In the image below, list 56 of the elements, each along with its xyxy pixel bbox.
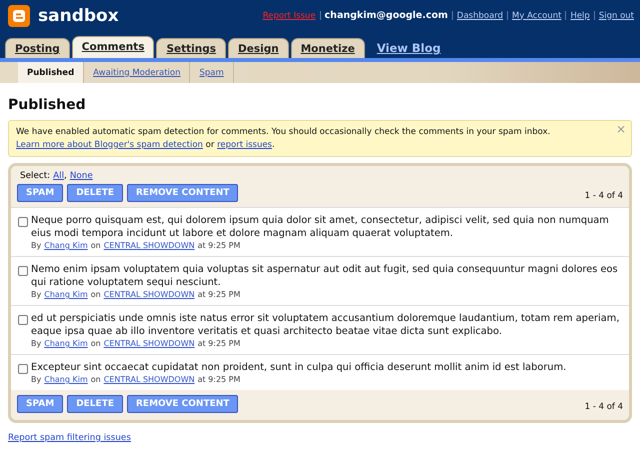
blog-title[interactable]: sandbox bbox=[38, 6, 119, 26]
author-link[interactable]: Chang Kim bbox=[44, 241, 88, 250]
comment-time: at 9:25 PM bbox=[198, 375, 240, 384]
comment-text: Nemo enim ipsam voluptatem quia voluptas sit aspernatur aut odit aut fugit, sed quia consequuntur magni dolores eos qui ratione voluptatem sequi nesciunt. bbox=[31, 263, 619, 289]
post-link[interactable]: CENTRAL SHOWDOWN bbox=[104, 290, 195, 299]
separator: , bbox=[64, 171, 67, 181]
on-label: on bbox=[90, 375, 101, 384]
post-link[interactable]: CENTRAL SHOWDOWN bbox=[104, 241, 195, 250]
checkbox[interactable] bbox=[18, 315, 28, 325]
nav-tab[interactable]: Design bbox=[228, 38, 289, 58]
sub-tab[interactable]: Awaiting Moderation bbox=[84, 62, 190, 83]
blogger-logo-icon bbox=[8, 5, 30, 27]
user-email: changkim@google.com bbox=[324, 10, 448, 21]
post-link[interactable]: CENTRAL SHOWDOWN bbox=[104, 375, 195, 384]
author-link[interactable]: Chang Kim bbox=[44, 375, 88, 384]
nav-tab[interactable]: Comments bbox=[72, 36, 154, 58]
header-link[interactable]: My Account bbox=[512, 10, 562, 20]
header-link[interactable]: Help bbox=[570, 10, 590, 20]
comment-text: Excepteur sint occaecat cupidatat non proident, sunt in culpa qui officia deserunt mollit anim id est laborum. bbox=[31, 361, 566, 374]
comment-time: at 9:25 PM bbox=[198, 339, 240, 348]
report-spam-link[interactable]: Report spam filtering issues bbox=[8, 433, 131, 443]
sub-tab[interactable]: Spam bbox=[190, 62, 234, 83]
nav-tab[interactable]: Settings bbox=[156, 38, 226, 58]
learn-more-link[interactable]: Learn more about Blogger's spam detection bbox=[16, 140, 203, 150]
sub-tab[interactable]: Published bbox=[18, 62, 84, 83]
report-issue-link[interactable]: Report Issue bbox=[262, 10, 316, 20]
select-link[interactable]: All bbox=[53, 171, 64, 181]
comment-text: Neque porro quisquam est, qui dolorem ipsum quia dolor sit amet, consectetur, adipisci velit, sed quia non numquam eius modi tempora incidunt ut labore et dolore magnam aliquam quaerat voluptatem. bbox=[31, 214, 610, 240]
comment-time: at 9:25 PM bbox=[198, 290, 240, 299]
header-link[interactable]: Sign out bbox=[598, 10, 634, 20]
result-count: 1 - 4 of 4 bbox=[584, 191, 623, 202]
select-label: Select: bbox=[20, 171, 50, 181]
checkbox[interactable] bbox=[18, 217, 28, 227]
nav-tab[interactable]: Posting bbox=[5, 38, 70, 58]
on-label: on bbox=[90, 339, 101, 348]
result-count: 1 - 4 of 4 bbox=[584, 402, 623, 413]
by-label: By bbox=[31, 241, 42, 250]
author-link[interactable]: Chang Kim bbox=[44, 339, 88, 348]
nav-tab[interactable]: Monetize bbox=[290, 38, 365, 58]
on-label: on bbox=[90, 241, 101, 250]
comment-time: at 9:25 PM bbox=[198, 241, 240, 250]
comment-text: ed ut perspiciatis unde omnis iste natus error sit voluptatem accusantium doloremque laudantium, totam rem aperiam, eaque ipsa quae ab illo inventore veritatis et quasi architecto beatae vitae dicta sunt explicabo. bbox=[31, 312, 620, 338]
by-label: By bbox=[31, 290, 42, 299]
by-label: By bbox=[31, 375, 42, 384]
checkbox[interactable] bbox=[18, 266, 28, 276]
report-issues-link[interactable]: report issues bbox=[217, 140, 272, 150]
select-link[interactable]: None bbox=[70, 171, 93, 181]
checkbox[interactable] bbox=[18, 364, 28, 374]
on-label: on bbox=[90, 290, 101, 299]
notice-message: We have enabled automatic spam detection for comments. You should occasionally check the comments in your spam inbox. Learn more about Blogger's spam detection or report issues. bbox=[16, 127, 550, 150]
by-label: By bbox=[31, 339, 42, 348]
author-link[interactable]: Chang Kim bbox=[44, 290, 88, 299]
page-heading: Published bbox=[8, 97, 87, 113]
view-blog-link[interactable]: View Blog bbox=[376, 41, 441, 55]
post-link[interactable]: CENTRAL SHOWDOWN bbox=[104, 339, 195, 348]
header-link[interactable]: Dashboard bbox=[456, 10, 504, 20]
